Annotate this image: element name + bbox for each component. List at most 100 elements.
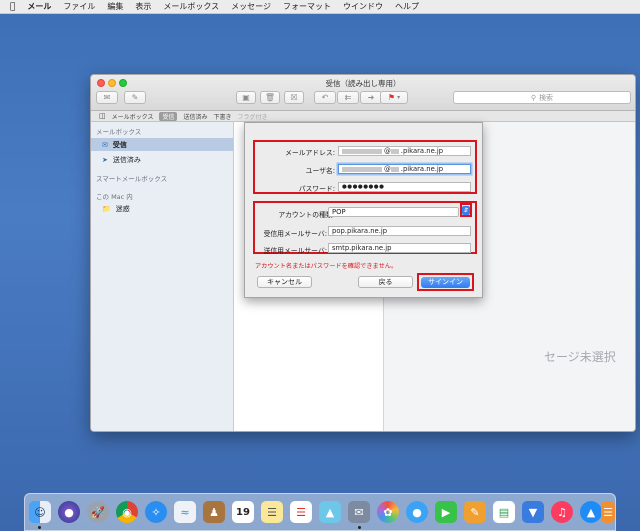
reply-icon: ↶	[321, 93, 329, 102]
pages-icon[interactable]: ✎	[464, 501, 486, 523]
email-suffix-text: .pikara.ne.jp	[400, 147, 444, 155]
back-button[interactable]: 戻る	[358, 276, 413, 288]
username-label: ユーザ名:	[305, 167, 335, 175]
masked-account-text	[342, 148, 382, 154]
incoming-server-label: 受信用メールサーバ:	[263, 230, 327, 238]
menu-file[interactable]: ファイル	[63, 1, 95, 12]
favorites-flagged-button[interactable]: フラグ付き	[238, 112, 268, 121]
sidebar-toggle-icon[interactable]: ◫	[99, 112, 106, 120]
calendar-icon[interactable]: 19	[232, 501, 254, 523]
compose-button[interactable]: ✎	[124, 91, 146, 104]
mail-icon[interactable]: ✉	[348, 501, 370, 523]
chevron-down-icon: ▾	[397, 94, 401, 101]
menu-mailbox[interactable]: メールボックス	[163, 1, 219, 12]
archive-button[interactable]: ▣	[236, 91, 256, 104]
sidebar-item-junk[interactable]: 📁 迷惑	[91, 202, 233, 215]
account-type-stepper-highlight: ⇵	[460, 203, 472, 217]
paper-plane-icon: ➤	[102, 155, 108, 164]
reply-button[interactable]: ↶	[314, 91, 336, 104]
account-setup-sheet: メールアドレス: @ .pikara.ne.jp ユーザ名: @ .pikara…	[244, 122, 483, 298]
running-indicator	[38, 526, 41, 529]
signin-button[interactable]: サインイン	[421, 276, 470, 288]
safari-icon[interactable]: ✧	[145, 501, 167, 523]
get-mail-button[interactable]: ✉	[96, 91, 118, 104]
launchpad-icon[interactable]: 🚀	[87, 501, 109, 523]
notes-icon[interactable]: ☰	[261, 501, 283, 523]
wifi-icon[interactable]: ≈	[174, 501, 196, 523]
password-field[interactable]: ●●●●●●●●	[338, 182, 471, 192]
username-at-text: @	[384, 165, 391, 173]
incoming-server-field[interactable]: pop.pikara.ne.jp	[328, 226, 471, 236]
flag-button[interactable]: ⚑ ▾	[380, 91, 408, 104]
search-icon: ⚲	[530, 93, 537, 102]
menu-message[interactable]: メッセージ	[231, 1, 271, 12]
menu-bar:  メール ファイル 編集 表示 メールボックス メッセージ フォーマット ウイ…	[0, 0, 640, 14]
photos-icon[interactable]: ✿	[377, 501, 399, 523]
sidebar-item-label: 受信	[112, 140, 127, 149]
search-input[interactable]: ⚲ 検索	[453, 91, 631, 104]
keynote-icon[interactable]: ▼	[522, 501, 544, 523]
favorites-mailboxes-button[interactable]: メールボックス	[112, 112, 154, 121]
email-at-text: @	[384, 147, 391, 155]
favorites-drafts-button[interactable]: 下書き	[213, 112, 231, 121]
email-field[interactable]: @ .pikara.ne.jp	[338, 146, 471, 156]
forward-button[interactable]: ➜	[360, 91, 382, 104]
dock: ☺ ● 🚀 ◉ ✧ ≈ ♟ 19 ☰ ☰ ▲ ✉ ✿ ● ▶ ✎ ▤ ▼ ♫ ▲…	[24, 493, 616, 531]
username-suffix-text: .pikara.ne.jp	[400, 165, 444, 173]
favorites-inbox-button[interactable]: 受信	[159, 111, 178, 121]
menu-app-mail[interactable]: メール	[27, 1, 51, 12]
forward-icon: ➜	[367, 93, 375, 102]
masked-domain-text	[390, 148, 399, 154]
email-label: メールアドレス:	[285, 149, 335, 157]
messages-icon[interactable]: ●	[406, 501, 428, 523]
account-type-select[interactable]: POP	[328, 207, 459, 217]
finder-icon[interactable]: ☺	[29, 501, 51, 523]
title-bar: 受信（読み出し専用） ✉ ✎ ▣ 🗑 ☒ ↶ ⇇ ➜ ⚑ ▾ ⚲ 検索	[91, 75, 635, 111]
sidebar-item-label: 送信済み	[112, 155, 141, 164]
calendar-day-text: 19	[236, 506, 250, 518]
app-store-icon[interactable]: ▲	[580, 501, 602, 523]
account-type-label: アカウントの種類:	[278, 211, 335, 219]
favorites-sent-button[interactable]: 送信済み	[183, 112, 207, 121]
contacts-icon[interactable]: ♟	[203, 501, 225, 523]
menu-edit[interactable]: 編集	[107, 1, 123, 12]
junk-button[interactable]: ☒	[284, 91, 304, 104]
apple-menu-icon[interactable]: 	[10, 2, 15, 12]
no-message-selected-text: セージ未選択	[544, 350, 616, 364]
menu-view[interactable]: 表示	[135, 1, 151, 12]
maps-icon[interactable]: ▲	[319, 501, 341, 523]
archive-icon: ▣	[242, 93, 250, 102]
outgoing-server-field[interactable]: smtp.pikara.ne.jp	[328, 243, 471, 253]
folder-icon: 📁	[102, 204, 111, 213]
running-indicator	[358, 526, 361, 529]
mailbox-sidebar: メールボックス ✉ 受信 ➤ 送信済み スマートメールボックス この Mac 内…	[91, 122, 234, 431]
junk-icon: ☒	[290, 93, 298, 102]
reply-all-button[interactable]: ⇇	[337, 91, 359, 104]
ibooks-icon[interactable]: ☰	[601, 501, 615, 523]
cancel-button[interactable]: キャンセル	[257, 276, 312, 288]
sidebar-header-mailboxes: メールボックス	[96, 128, 142, 136]
facetime-icon[interactable]: ▶	[435, 501, 457, 523]
inbox-icon: ✉	[102, 140, 108, 149]
outgoing-server-label: 送信用メールサーバ:	[263, 247, 327, 255]
account-type-stepper[interactable]: ⇵	[462, 205, 470, 215]
signin-highlight: サインイン	[417, 273, 474, 291]
flag-icon: ⚑	[387, 93, 396, 102]
sidebar-item-label: 迷惑	[115, 204, 130, 213]
chrome-icon[interactable]: ◉	[116, 501, 138, 523]
menu-format[interactable]: フォーマット	[283, 1, 331, 12]
numbers-icon[interactable]: ▤	[493, 501, 515, 523]
menu-window[interactable]: ウインドウ	[343, 1, 383, 12]
music-icon[interactable]: ♫	[551, 501, 573, 523]
sidebar-item-sent[interactable]: ➤ 送信済み	[91, 153, 233, 166]
up-down-chevron-icon: ⇵	[463, 206, 469, 214]
search-placeholder: 検索	[539, 93, 554, 102]
menu-help[interactable]: ヘルプ	[395, 1, 419, 12]
delete-button[interactable]: 🗑	[260, 91, 280, 104]
favorites-bar: ◫ メールボックス 受信 送信済み 下書き フラグ付き	[91, 111, 635, 122]
masked-domain-text	[390, 166, 399, 172]
sidebar-item-inbox[interactable]: ✉ 受信	[91, 138, 233, 151]
siri-icon[interactable]: ●	[58, 501, 80, 523]
reminders-icon[interactable]: ☰	[290, 501, 312, 523]
username-field[interactable]: @ .pikara.ne.jp	[338, 164, 471, 174]
